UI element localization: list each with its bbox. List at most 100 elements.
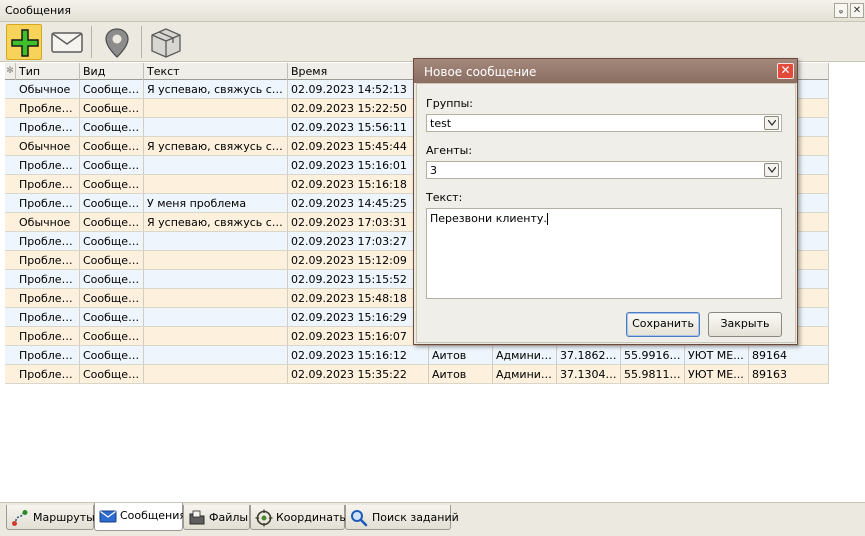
chevron-down-icon[interactable] <box>764 116 779 130</box>
cell-time: 02.09.2023 14:52:13 <box>288 80 429 98</box>
cell-type: Проблема <box>16 308 80 326</box>
cell-text: Я успеваю, свяжусь сам <box>144 137 288 155</box>
cell-type: Проблема <box>16 156 80 174</box>
cell-kind: Сообщение <box>80 80 144 98</box>
cell-type: Проблема <box>16 346 80 364</box>
cell-text <box>144 99 288 117</box>
cell-time: 02.09.2023 15:16:01 <box>288 156 429 174</box>
groups-select[interactable]: test <box>426 114 782 132</box>
cell-longitude: 37.13048... <box>557 365 621 383</box>
cell-text <box>144 327 288 345</box>
cell-type: Проблема <box>16 365 80 383</box>
cell-type: Проблема <box>16 194 80 212</box>
cell-time: 02.09.2023 15:48:18 <box>288 289 429 307</box>
tab-files[interactable]: Файлы <box>183 505 250 530</box>
table-row[interactable]: Проблема Сообщение 02.09.2023 15:16:12 Аито… <box>5 346 829 365</box>
target-icon <box>255 509 273 527</box>
save-button[interactable]: Сохранить <box>626 312 700 337</box>
column-header-type[interactable]: Тип <box>16 63 80 80</box>
column-header-kind[interactable]: Вид <box>80 63 144 80</box>
cell-type: Проблема <box>16 327 80 345</box>
tab-label: Координаты <box>276 511 349 524</box>
route-icon <box>12 510 28 526</box>
cell-time: 02.09.2023 15:16:18 <box>288 175 429 193</box>
cell-type: Обычное <box>16 80 80 98</box>
send-message-button[interactable] <box>48 24 84 60</box>
cell-task: 89163 <box>749 365 829 383</box>
window-titlebar: Сообщения ᵩ ✕ <box>0 0 865 22</box>
cell-text <box>144 118 288 136</box>
agents-select[interactable]: 3 <box>426 161 782 179</box>
row-marker-header: ✻ <box>5 63 16 80</box>
cell-time: 02.09.2023 17:03:27 <box>288 232 429 250</box>
cell-text <box>144 232 288 250</box>
column-header-time[interactable]: Время <box>288 63 429 80</box>
chevron-down-icon[interactable] <box>764 163 779 177</box>
cell-type: Проблема <box>16 175 80 193</box>
cell-client: УЮТ МЕ... <box>685 365 749 383</box>
cell-text <box>144 365 288 383</box>
cell-text: У меня проблема <box>144 194 288 212</box>
envelope-icon <box>51 32 83 53</box>
cell-type: Проблема <box>16 289 80 307</box>
cell-text <box>144 289 288 307</box>
dialog-title: Новое сообщение <box>414 59 797 83</box>
cell-latitude: 55.99160... <box>621 346 685 364</box>
cell-kind: Сообщение <box>80 137 144 155</box>
plus-icon <box>11 29 39 57</box>
tab-routes[interactable]: Маршруты <box>6 505 95 530</box>
cell-text <box>144 175 288 193</box>
cell-time: 02.09.2023 15:56:11 <box>288 118 429 136</box>
cell-text <box>144 308 288 326</box>
agents-label: Агенты: <box>426 144 473 157</box>
message-text-field[interactable]: Перезвони клиенту. <box>426 208 782 299</box>
dialog-close-icon[interactable]: ✕ <box>777 63 794 79</box>
text-label: Текст: <box>426 191 463 204</box>
tab-messages[interactable]: Сообщения <box>94 503 187 531</box>
add-message-button[interactable] <box>6 24 42 60</box>
close-button[interactable]: Закрыть <box>708 312 782 337</box>
cell-kind: Сообщение <box>80 118 144 136</box>
table-row[interactable]: Проблема Сообщение 02.09.2023 15:35:22 Аито… <box>5 365 829 384</box>
cell-longitude: 37.18622... <box>557 346 621 364</box>
cell-latitude: 55.98116... <box>621 365 685 383</box>
tab-label: Сообщения <box>120 509 187 522</box>
package-button[interactable] <box>147 24 183 60</box>
cell-type: Обычное <box>16 213 80 231</box>
cell-type: Проблема <box>16 251 80 269</box>
cell-type: Проблема <box>16 270 80 288</box>
dialog-body: Группы: test Агенты: 3 Текст: Перезвони … <box>416 83 796 343</box>
message-text-value: Перезвони клиенту. <box>430 212 547 225</box>
toolbar-separator <box>91 26 92 58</box>
cell-time: 02.09.2023 15:12:09 <box>288 251 429 269</box>
column-header-text[interactable]: Текст <box>144 63 288 80</box>
tab-label: Поиск заданий <box>372 511 459 524</box>
cell-time: 02.09.2023 15:16:29 <box>288 308 429 326</box>
groups-value: test <box>430 117 452 130</box>
window-close-button[interactable]: ✕ <box>850 3 864 18</box>
cell-time: 02.09.2023 15:15:52 <box>288 270 429 288</box>
cell-kind: Сообщение <box>80 270 144 288</box>
tab-task-search[interactable]: Поиск заданий <box>345 505 459 530</box>
cell-task: 89164 <box>749 346 829 364</box>
cell-time: 02.09.2023 14:45:25 <box>288 194 429 212</box>
pin-button[interactable]: ᵩ <box>834 3 848 18</box>
cell-text: Я успеваю, свяжусь сам <box>144 80 288 98</box>
package-box-icon <box>151 28 181 58</box>
text-caret <box>546 213 548 225</box>
envelope-icon <box>99 510 117 523</box>
cell-type: Обычное <box>16 137 80 155</box>
tab-coordinates[interactable]: Координаты <box>250 505 349 530</box>
tab-label: Маршруты <box>33 511 95 524</box>
cell-type: Проблема <box>16 232 80 250</box>
groups-label: Группы: <box>426 97 473 110</box>
cell-text: Я успеваю, свяжусь сам <box>144 213 288 231</box>
location-button[interactable] <box>99 24 135 60</box>
cell-time: 02.09.2023 15:35:22 <box>288 365 429 383</box>
cell-kind: Сообщение <box>80 232 144 250</box>
cell-kind: Сообщение <box>80 289 144 307</box>
cell-kind: Сообщение <box>80 251 144 269</box>
toolbar <box>0 22 865 62</box>
cell-time: 02.09.2023 15:45:44 <box>288 137 429 155</box>
agents-value: 3 <box>430 164 437 177</box>
